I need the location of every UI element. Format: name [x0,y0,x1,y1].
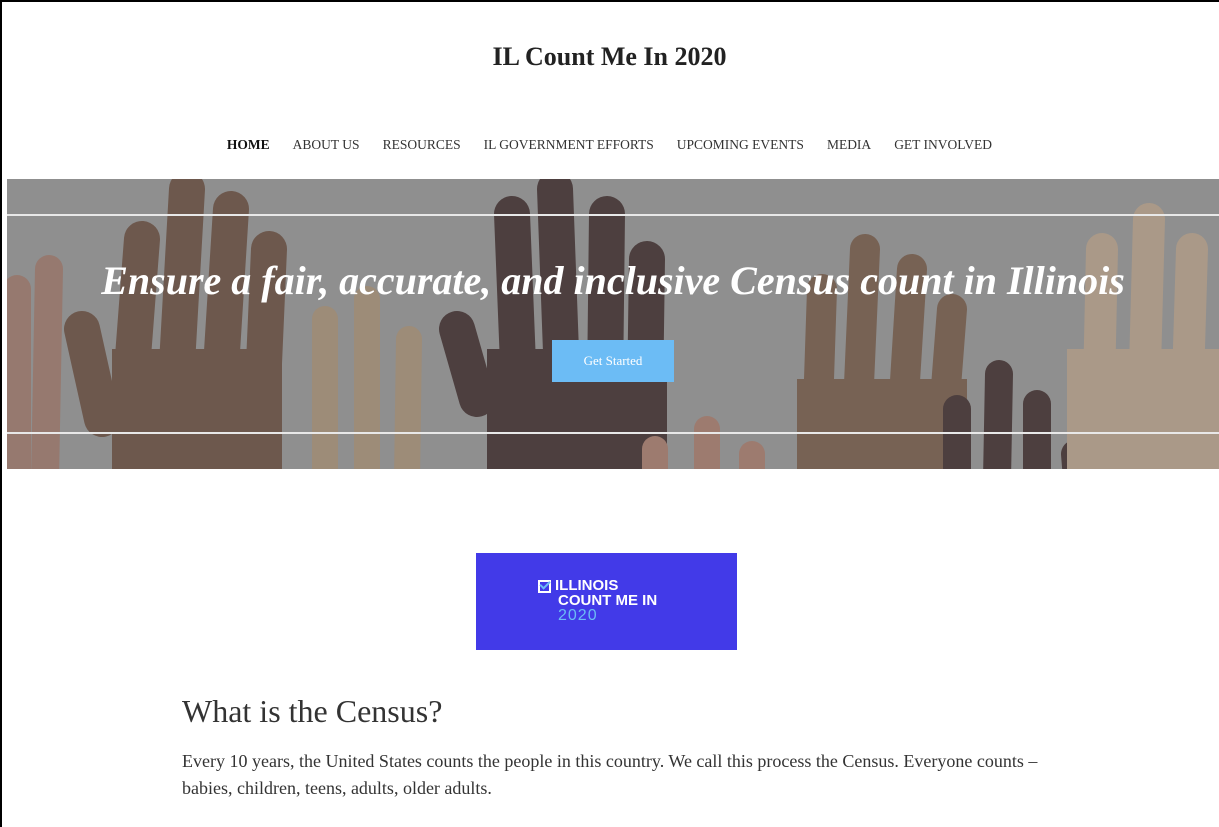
main-nav: HOME ABOUT US RESOURCES IL GOVERNMENT EF… [0,137,1219,153]
nav-item-about-us[interactable]: ABOUT US [293,137,360,153]
logo-line-illinois: ILLINOIS [555,577,619,594]
get-started-button[interactable]: Get Started [552,340,674,382]
window-border-left [0,0,2,827]
hero-divider-top [7,214,1219,216]
raised-hands-image [7,179,1219,469]
checkbox-icon [538,580,551,593]
section-paragraph: Every 10 years, the United States counts… [182,751,1038,798]
site-title[interactable]: IL Count Me In 2020 [0,42,1219,72]
nav-item-media[interactable]: MEDIA [827,137,871,153]
nav-item-home[interactable]: HOME [227,137,270,153]
hero-headline: Ensure a fair, accurate, and inclusive C… [101,258,1125,303]
hero-divider-bottom [7,432,1219,434]
illinois-count-me-in-logo: ILLINOIS COUNT ME IN 2020 [476,553,737,650]
logo-line-year: 2020 [558,607,598,624]
nav-item-upcoming-events[interactable]: UPCOMING EVENTS [677,137,804,153]
nav-item-resources[interactable]: RESOURCES [383,137,461,153]
logo-line-count-me-in: COUNT ME IN [558,592,658,609]
nav-item-il-government-efforts[interactable]: IL GOVERNMENT EFFORTS [484,137,654,153]
window-border-top [0,0,1219,2]
section-heading: What is the Census? [182,693,443,729]
nav-item-get-involved[interactable]: GET INVOLVED [894,137,992,153]
hero-banner: Ensure a fair, accurate, and inclusive C… [7,179,1219,469]
